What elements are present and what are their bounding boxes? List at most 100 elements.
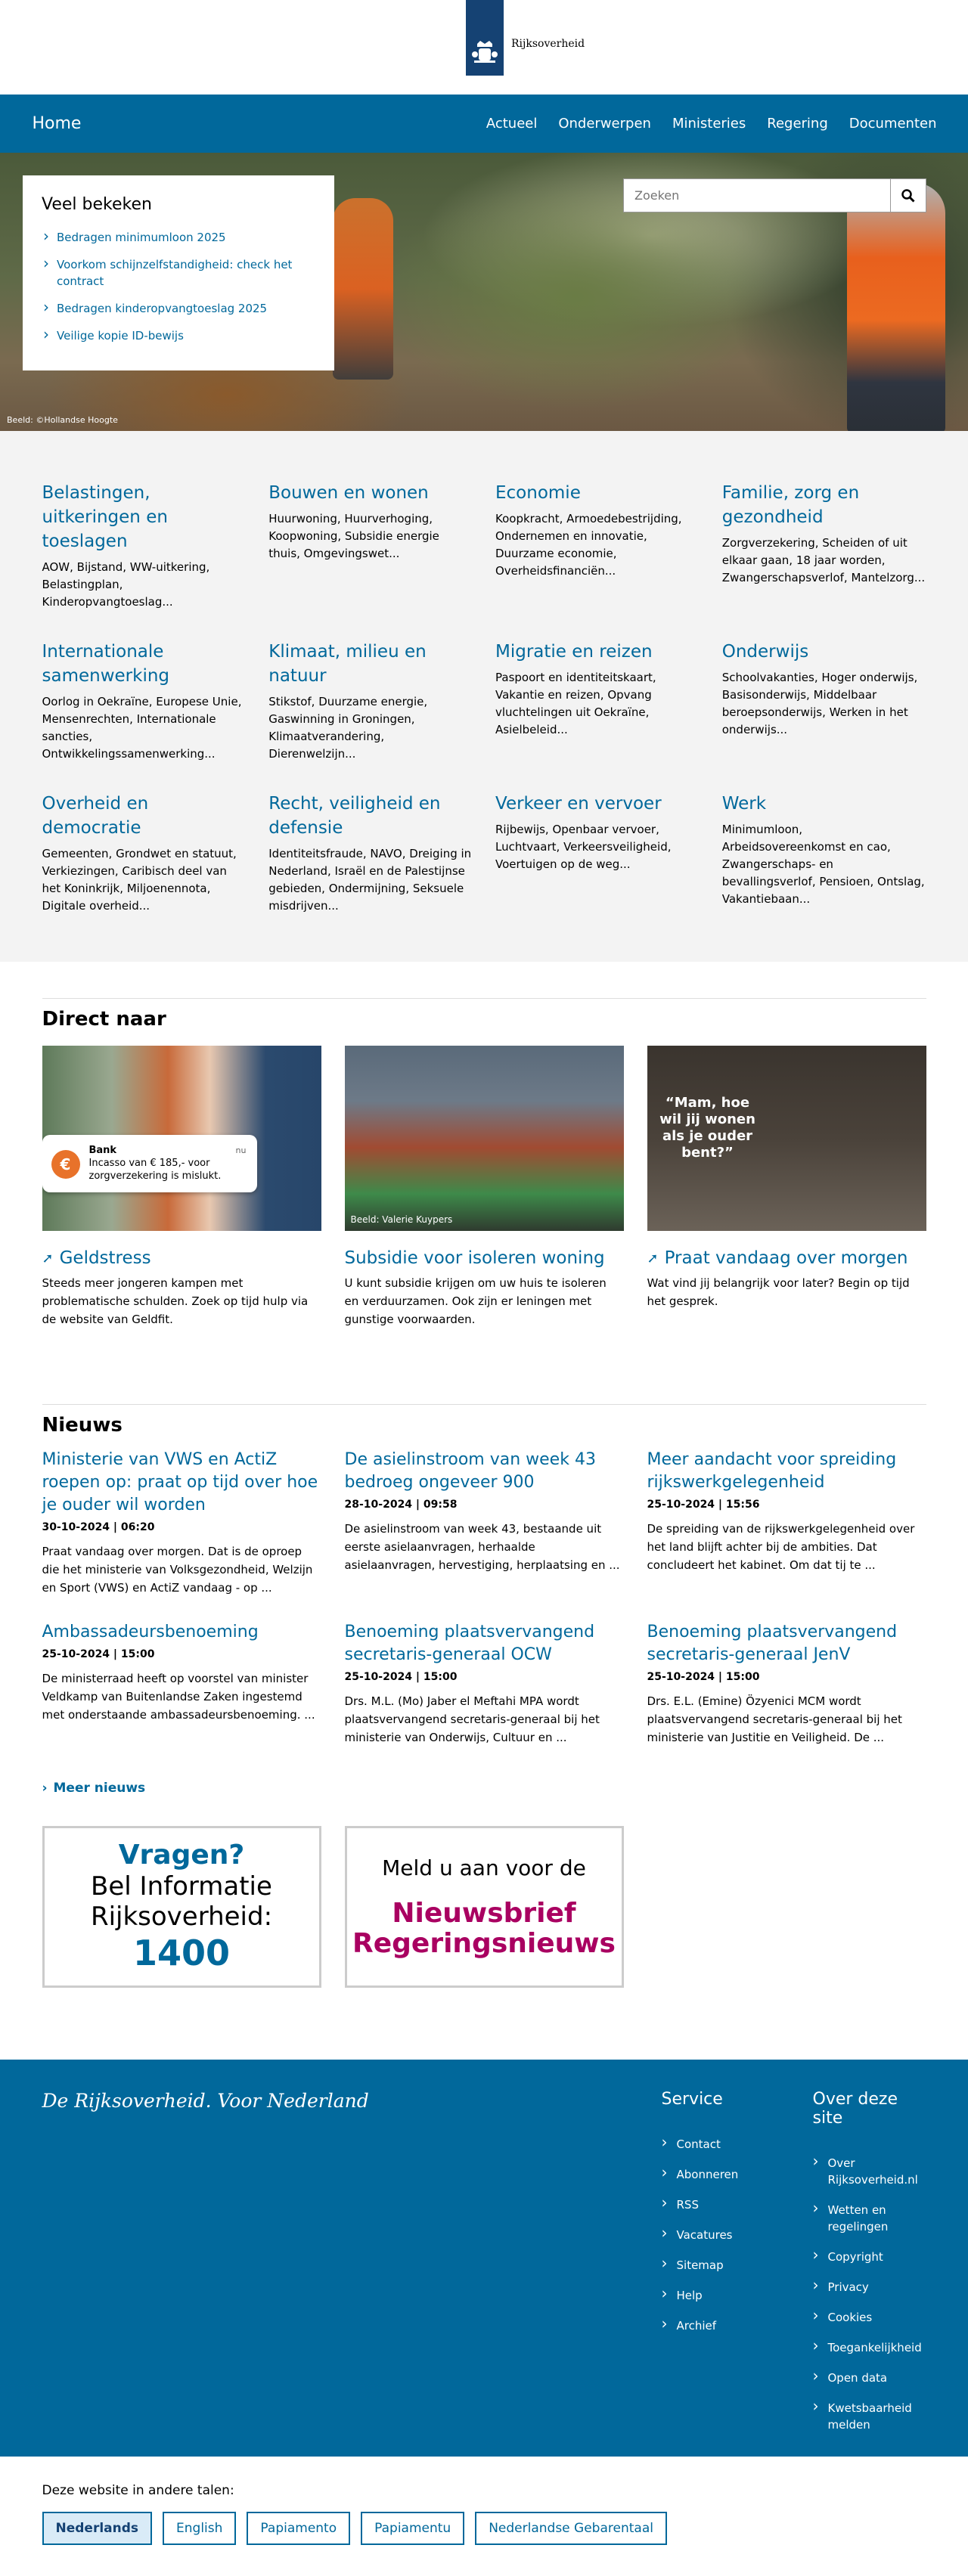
nav-documenten[interactable]: Documenten [849, 116, 937, 132]
promo-blocks: Vragen? Bel Informatie Rijksoverheid: 14… [42, 1826, 926, 1988]
topic-link[interactable]: Migratie en reizen Paspoort en identiteit… [495, 640, 700, 763]
footer-about: Over deze site Over Rijksoverheid.nl Wett… [813, 2090, 931, 2447]
topic-link[interactable]: Overheid en democratie Gemeenten, Grondwe… [42, 792, 247, 915]
topic-link[interactable]: Verkeer en vervoer Rijbewijs, Openbaar ve… [495, 792, 700, 915]
topics-section: Belastingen, uitkeringen en toeslagen AOW… [0, 431, 968, 962]
bank-time: nu [235, 1145, 247, 1155]
more-news-link[interactable]: › Meer nieuws [42, 1781, 926, 1796]
language-button[interactable]: Nederlandse Gebarentaal [475, 2512, 667, 2545]
topic-description: AOW, Bijstand, WW-uitkering, Belastingpl… [42, 560, 210, 609]
footer-link[interactable]: Kwetsbaarheid melden [813, 2398, 931, 2433]
search-form [623, 178, 926, 212]
popular-link[interactable]: Bedragen kinderopvangtoeslag 2025 [42, 299, 315, 317]
card-description: U kunt subsidie krijgen om uw huis te is… [344, 1276, 607, 1326]
nav-regering[interactable]: Regering [767, 116, 828, 132]
card-image: Beeld: Valerie Kuypers [344, 1046, 624, 1231]
topic-link[interactable]: Bouwen en wonen Huurwoning, Huurverhoging… [268, 481, 473, 611]
card-image: “Mam, hoe wil jij wonen als je ouder ben… [647, 1046, 926, 1231]
footer-link[interactable]: Privacy [813, 2277, 931, 2295]
crown-lion-icon [472, 41, 498, 63]
topic-description: Huurwoning, Huurverhoging, Koopwoning, S… [268, 512, 439, 560]
news-date: 30-10-2024 | 06:20 [42, 1521, 155, 1533]
language-button[interactable]: Nederlands [42, 2512, 153, 2545]
topic-title: Economie [495, 483, 581, 503]
topic-description: Zorgverzekering, Scheiden of uit elkaar … [721, 536, 926, 584]
topic-description: Paspoort en identiteitskaart, Vakantie e… [495, 671, 656, 736]
arrow-icon: ➚ [647, 1250, 659, 1266]
nav-links: Actueel Onderwerpen Ministeries Regering… [486, 116, 937, 132]
language-button[interactable]: English [163, 2512, 237, 2545]
topic-link[interactable]: Recht, veiligheid en defensie Identiteits… [268, 792, 473, 915]
news-date: 25-10-2024 | 15:00 [42, 1648, 155, 1660]
search-button[interactable] [891, 178, 926, 212]
card-title-text: Geldstress [59, 1248, 151, 1268]
topic-title: Belastingen, uitkeringen en toeslagen [42, 483, 168, 551]
news-title: Ambassadeursbenoeming [42, 1623, 259, 1641]
news-date: 25-10-2024 | 15:56 [647, 1499, 760, 1511]
site-logo[interactable]: Rijksoverheid [466, 0, 585, 76]
news-summary: De asielinstroom van week 43, bestaande … [344, 1522, 620, 1572]
search-input[interactable] [623, 178, 891, 212]
news-summary: Drs. E.L. (Emine) Özyenici MCM wordt pla… [647, 1694, 902, 1744]
section-title: Nieuws [42, 1414, 123, 1437]
nav-onderwerpen[interactable]: Onderwerpen [558, 116, 651, 132]
topic-link[interactable]: Internationale samenwerking Oorlog in Oek… [42, 640, 247, 763]
footer-link[interactable]: Contact [662, 2134, 780, 2153]
footer-list: Over Rijksoverheid.nl Wetten en regelinge… [813, 2153, 931, 2433]
topic-link[interactable]: Onderwijs Schoolvakanties, Hoger onderwij… [722, 640, 926, 763]
hero-figure [333, 198, 393, 380]
footer-link[interactable]: RSS [662, 2194, 780, 2213]
topic-link[interactable]: Economie Koopkracht, Armoedebestrijding, … [495, 481, 700, 611]
footer-link[interactable]: Vacatures [662, 2224, 780, 2243]
popular-list: Bedragen minimumloon 2025 Voorkom schijn… [42, 228, 315, 344]
divider [42, 998, 926, 999]
news-item[interactable]: Meer aandacht voor spreiding rijkswerkge… [647, 1449, 926, 1597]
card-title: Subsidie voor isoleren woning [344, 1248, 605, 1268]
footer-heading: Service [661, 2090, 723, 2109]
language-button[interactable]: Papiamentu [361, 2512, 465, 2545]
footer-link[interactable]: Cookies [813, 2307, 931, 2326]
footer-link[interactable]: Toegankelijkheid [813, 2337, 931, 2356]
popular-link[interactable]: Bedragen minimumloon 2025 [42, 228, 315, 246]
news-date: 25-10-2024 | 15:00 [647, 1671, 760, 1683]
card-geldstress[interactable]: € Bank Incasso van € 185,- voor zorgverz… [42, 1046, 321, 1328]
footer-link[interactable]: Wetten en regelingen [813, 2199, 931, 2235]
news-title: De asielinstroom van week 43 bedroeg ong… [344, 1450, 596, 1492]
nav-actueel[interactable]: Actueel [486, 116, 538, 132]
topic-link[interactable]: Belastingen, uitkeringen en toeslagen AOW… [42, 481, 247, 611]
promo-newsletter[interactable]: Meld u aan voor de Nieuwsbrief Regerings… [344, 1826, 624, 1988]
footer-link[interactable]: Abonneren [662, 2164, 780, 2183]
footer-link[interactable]: Help [662, 2285, 780, 2304]
news-item[interactable]: Ambassadeursbenoeming 25-10-2024 | 15:00 D… [42, 1621, 321, 1747]
card-subsidie[interactable]: Beeld: Valerie Kuypers Subsidie voor iso… [344, 1046, 624, 1328]
language-button[interactable]: Papiamento [247, 2512, 351, 2545]
card-description: Steeds meer jongeren kampen met problema… [42, 1276, 309, 1326]
footer-link[interactable]: Open data [813, 2367, 931, 2386]
promo-contact[interactable]: Vragen? Bel Informatie Rijksoverheid: 14… [42, 1826, 321, 1988]
footer-link[interactable]: Copyright [813, 2246, 931, 2265]
topic-title: Bouwen en wonen [268, 483, 429, 503]
topic-title: Familie, zorg en gezondheid [721, 483, 860, 527]
popular-link[interactable]: Veilige kopie ID-bewijs [42, 326, 315, 344]
news-item[interactable]: De asielinstroom van week 43 bedroeg ong… [345, 1449, 624, 1597]
news-date: 28-10-2024 | 09:58 [344, 1499, 458, 1511]
card-praat[interactable]: “Mam, hoe wil jij wonen als je ouder ben… [647, 1046, 926, 1328]
footer-link[interactable]: Over Rijksoverheid.nl [813, 2153, 931, 2188]
footer-link[interactable]: Sitemap [662, 2255, 780, 2274]
news-item[interactable]: Ministerie van VWS en ActiZ roepen op: p… [42, 1449, 321, 1597]
nav-ministeries[interactable]: Ministeries [672, 116, 746, 132]
topic-link[interactable]: Werk Minimumloon, Arbeidsovereenkomst en … [722, 792, 926, 915]
card-title: ➚ Geldstress [42, 1248, 321, 1268]
news-item[interactable]: Benoeming plaatsvervangend secretaris-ge… [345, 1621, 624, 1747]
footer-service: Service Contact Abonneren RSS Vacatures Site… [662, 2090, 780, 2447]
card-description: Wat vind jij belangrijk voor later? Begi… [647, 1276, 910, 1308]
popular-link[interactable]: Voorkom schijnzelfstandigheid: check het… [42, 255, 315, 290]
news-item[interactable]: Benoeming plaatsvervangend secretaris-ge… [647, 1621, 926, 1747]
topic-description: Oorlog in Oekraïne, Europese Unie, Mense… [42, 695, 242, 761]
topic-link[interactable]: Familie, zorg en gezondheid Zorgverzekeri… [722, 481, 926, 611]
euro-icon: € [51, 1150, 80, 1179]
nav-home[interactable]: Home [33, 114, 82, 133]
topic-link[interactable]: Klimaat, milieu en natuur Stikstof, Duurz… [268, 640, 473, 763]
topic-title: Klimaat, milieu en natuur [268, 642, 427, 686]
footer-link[interactable]: Archief [662, 2315, 780, 2334]
